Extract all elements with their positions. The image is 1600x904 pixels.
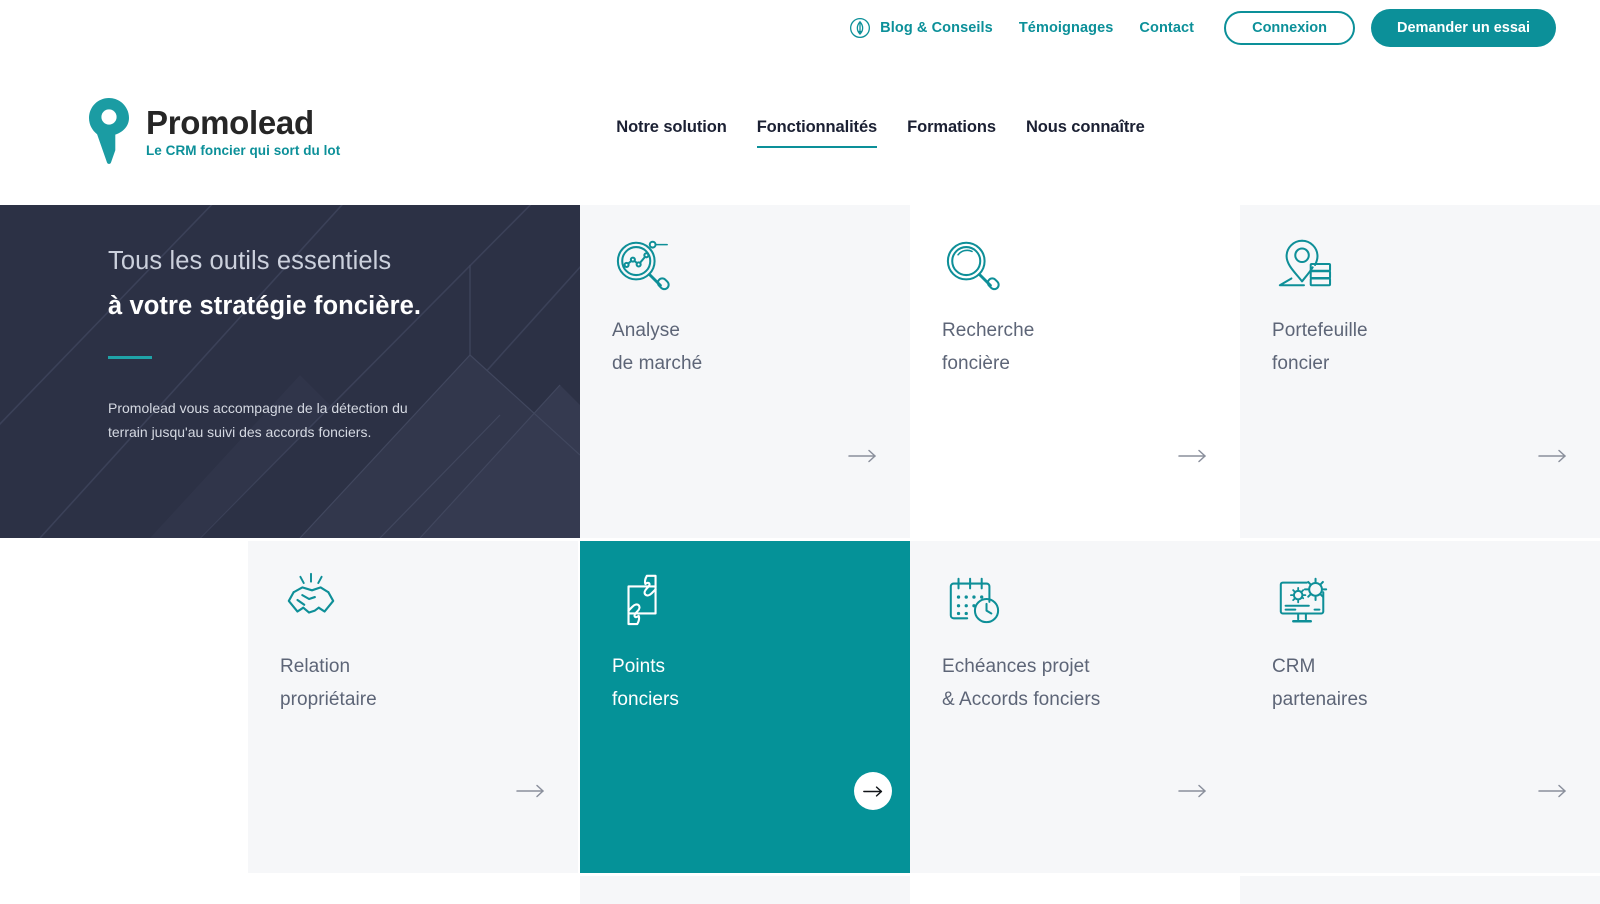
nav-item-notre-solution[interactable]: Notre solution (616, 112, 727, 148)
logo-text: Promolead Le CRM foncier qui sort du lot (146, 102, 341, 159)
feature-card-title-line2: fonciers (612, 688, 679, 710)
logo-tagline: Le CRM foncier qui sort du lot (146, 143, 341, 159)
card-arrow-button[interactable] (1176, 439, 1210, 473)
card-arrow-button[interactable] (1536, 439, 1570, 473)
feature-card-points-fonciers[interactable]: Points fonciers (580, 541, 910, 873)
feature-card-title-line2: de marché (612, 352, 703, 374)
nav-item-formations[interactable]: Formations (907, 112, 996, 148)
site-header: Promolead Le CRM foncier qui sort du lot… (0, 55, 1600, 205)
hero-divider (108, 356, 152, 359)
pin-database-icon (1272, 235, 1568, 291)
card-arrow-button[interactable] (1536, 774, 1570, 808)
feature-card-title-line1: Recherche (942, 320, 1035, 341)
feature-card-title-line1: Analyse (612, 320, 680, 341)
feature-card-relation-proprietaire[interactable]: Relation propriétaire (248, 541, 578, 873)
hero-paragraph: Promolead vous accompagne de la détectio… (108, 399, 408, 440)
utility-bar: Blog & Conseils Témoignages Contact Conn… (0, 0, 1600, 55)
logo[interactable]: Promolead Le CRM foncier qui sort du lot (86, 96, 340, 164)
nav-item-nous-connaitre[interactable]: Nous connaître (1026, 112, 1145, 148)
feature-card-title-line1: Relation (280, 656, 351, 677)
topbar-item-testimonials[interactable]: Témoignages (1019, 20, 1114, 36)
monitor-gears-icon (1272, 571, 1568, 627)
topbar-item-contact[interactable]: Contact (1139, 20, 1194, 36)
map-pin-icon (86, 96, 132, 164)
hands-parcel-icon (612, 571, 878, 627)
topbar-item-blog[interactable]: Blog & Conseils (849, 17, 993, 39)
logo-name: Promolead (146, 103, 314, 141)
feature-card-title-line2: foncier (1272, 352, 1330, 374)
feature-card-portefeuille-foncier[interactable]: Portefeuille foncier (1240, 205, 1600, 538)
card-arrow-button[interactable] (514, 774, 548, 808)
hero-content: Tous les outils essentiels à votre strat… (0, 205, 580, 538)
feature-card-next-row-3[interactable] (1240, 876, 1600, 904)
feature-card-title-line2: propriétaire (280, 688, 377, 710)
main-navigation: Notre solution Fonctionnalités Formation… (616, 112, 1145, 148)
feature-card-analyse-de-marche[interactable]: Analyse de marché (580, 205, 910, 538)
feature-card-title-line1: Points (612, 656, 666, 677)
hero-panel: Tous les outils essentiels à votre strat… (0, 205, 580, 538)
card-arrow-button[interactable] (846, 439, 880, 473)
chart-magnifier-icon (612, 235, 878, 291)
search-magnifier-icon (942, 235, 1208, 291)
nav-item-fonctionnalites[interactable]: Fonctionnalités (756, 112, 877, 148)
feature-card-title-line1: Portefeuille (1272, 320, 1368, 341)
feature-card-title-line1: Echéances projet (942, 656, 1090, 677)
calendar-clock-icon (942, 571, 1208, 627)
feature-card-title-line2: partenaires (1272, 688, 1368, 710)
feature-card-title-line2: foncière (942, 352, 1010, 374)
feature-card-recherche-fonciere[interactable]: Recherche foncière (910, 205, 1240, 538)
feather-quill-icon (849, 17, 871, 39)
feature-card-next-row-1[interactable] (580, 876, 910, 904)
feature-card-title-line1: CRM (1272, 656, 1316, 677)
feature-card-echeances-projet[interactable]: Echéances projet & Accords fonciers (910, 541, 1240, 873)
request-trial-button[interactable]: Demander un essai (1371, 8, 1556, 47)
feature-card-crm-partenaires[interactable]: CRM partenaires (1240, 541, 1600, 873)
feature-card-next-row-2[interactable] (910, 876, 1240, 904)
login-button[interactable]: Connexion (1224, 10, 1356, 45)
topbar-label-blog[interactable]: Blog & Conseils (880, 20, 993, 36)
card-arrow-button-active[interactable] (854, 772, 892, 810)
handshake-icon (280, 571, 546, 627)
hero-headline-line1: Tous les outils essentiels (108, 247, 392, 275)
features-grid: Tous les outils essentiels à votre strat… (0, 205, 1600, 904)
hero-headline-line2: à votre stratégie foncière. (108, 292, 422, 321)
card-arrow-button[interactable] (1176, 774, 1210, 808)
feature-card-title-line2: & Accords fonciers (942, 688, 1101, 710)
